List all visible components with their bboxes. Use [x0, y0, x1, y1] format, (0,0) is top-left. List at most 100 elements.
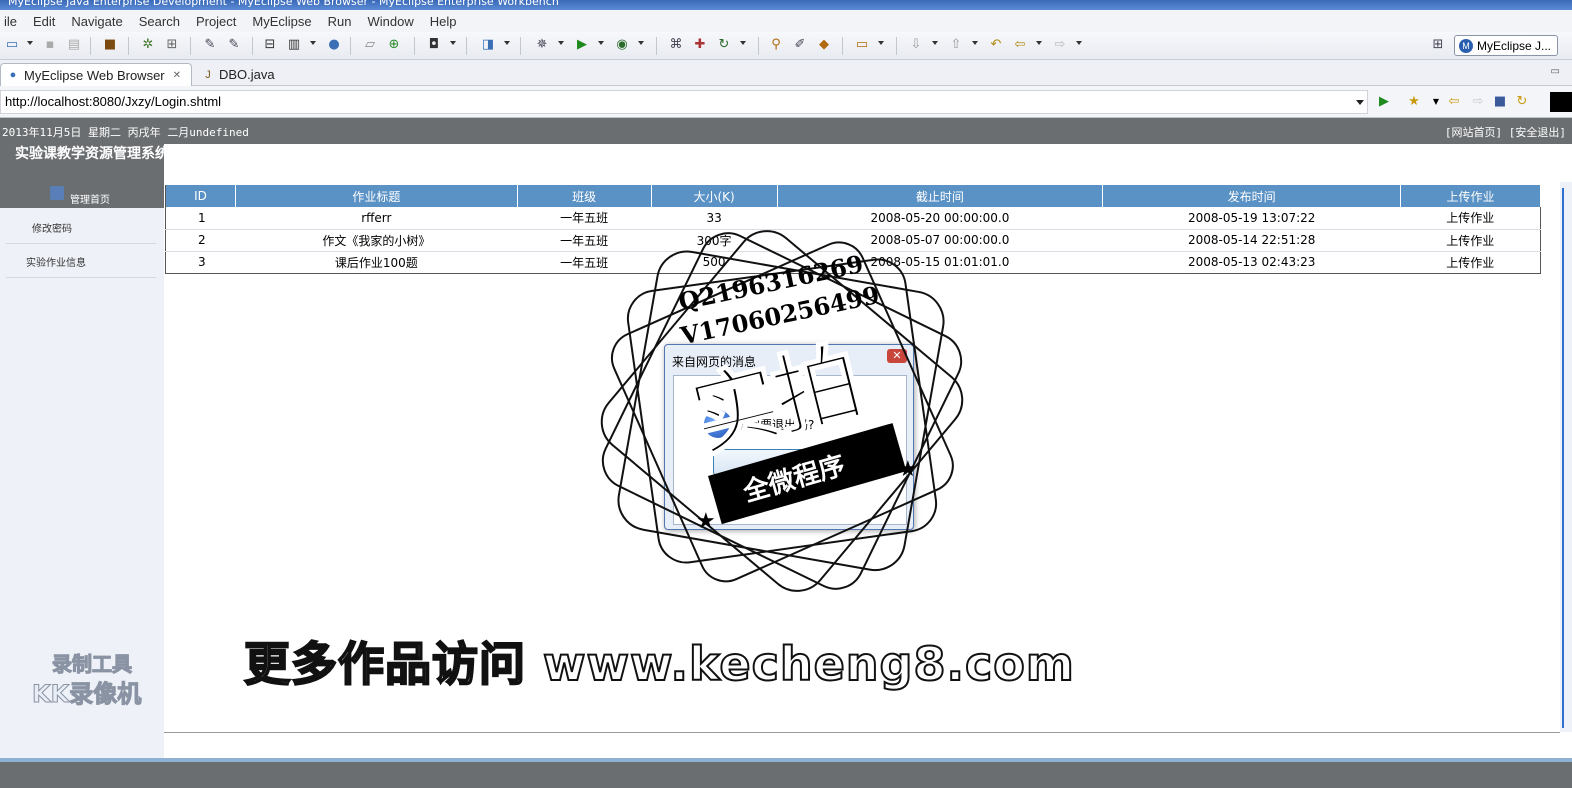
- debug-icon[interactable]: ✵: [534, 37, 550, 53]
- url-dropdown-icon[interactable]: [1356, 100, 1364, 105]
- favorites-dropdown-icon[interactable]: ▼: [1428, 94, 1444, 110]
- col-class: 班级: [517, 185, 652, 207]
- menu-search[interactable]: Search: [131, 14, 188, 29]
- watermark-recorder-line1: 录制工具: [52, 652, 133, 677]
- forward-icon[interactable]: ⇨: [1052, 37, 1068, 53]
- prev-annotation-icon[interactable]: ⇧: [948, 37, 964, 53]
- report-dropdown-icon[interactable]: [310, 41, 316, 45]
- pen-icon[interactable]: ✐: [792, 37, 808, 53]
- bug-icon[interactable]: ✲: [140, 37, 156, 53]
- refresh-icon[interactable]: ↻: [1514, 94, 1530, 110]
- menu-window[interactable]: Window: [360, 14, 422, 29]
- toolbar-separator: [656, 37, 657, 55]
- menu-file[interactable]: ile: [0, 14, 25, 29]
- browser-address-bar: http://localhost:8080/Jxzy/Login.shtml ▶…: [0, 86, 1572, 118]
- external-tools-dropdown-icon[interactable]: [638, 41, 644, 45]
- cell-published: 2008-05-19 13:07:22: [1102, 207, 1401, 230]
- folder-icon[interactable]: ▭: [854, 37, 870, 53]
- computer-icon: [50, 186, 64, 200]
- debug-dropdown-icon[interactable]: [558, 41, 564, 45]
- manager-home-bar[interactable]: 管理首页: [0, 186, 164, 208]
- new-dropdown-icon[interactable]: [27, 41, 33, 45]
- stop-icon[interactable]: ■: [1492, 94, 1508, 110]
- nav-change-password[interactable]: 修改密码: [6, 210, 156, 244]
- browser-panel-edge: [1550, 92, 1572, 112]
- window-title: MyEclipse Java Enterprise Development - …: [8, 0, 559, 8]
- db-icon[interactable]: ⊟: [262, 37, 278, 53]
- upload-link[interactable]: 上传作业: [1400, 251, 1541, 274]
- col-title: 作业标题: [235, 185, 518, 207]
- external-tools-icon[interactable]: ◉: [614, 37, 630, 53]
- top-links[interactable]: [网站首页] [安全退出]: [1445, 124, 1566, 140]
- tab-web-browser[interactable]: ● MyEclipse Web Browser ✕: [0, 63, 192, 86]
- task-icon[interactable]: ✚: [692, 37, 708, 53]
- camera-dropdown-icon[interactable]: [450, 41, 456, 45]
- report-icon[interactable]: ▥: [286, 37, 302, 53]
- globe-icon[interactable]: ●: [326, 37, 342, 53]
- toolbar-separator: [414, 37, 415, 55]
- folder-dropdown-icon[interactable]: [878, 41, 884, 45]
- tab-dbo-java[interactable]: J DBO.java: [196, 63, 296, 86]
- upload-link[interactable]: 上传作业: [1400, 229, 1541, 252]
- toolbar-separator: [520, 37, 521, 55]
- camera-icon[interactable]: ◘: [426, 37, 442, 53]
- cell-id: 1: [165, 207, 236, 230]
- print-icon[interactable]: ▤: [66, 37, 82, 53]
- run-icon[interactable]: ▶: [574, 37, 590, 53]
- watermark-recorder-line2: KK录像机: [31, 680, 142, 709]
- watermark-stamp: ★ ★ Q2196316269 V17060256499 实拍 全微程序: [596, 224, 968, 598]
- star-icon: ★: [696, 509, 716, 534]
- add-icon[interactable]: ⊕: [386, 37, 402, 53]
- back-icon[interactable]: ⇦: [1446, 94, 1462, 110]
- forward-dropdown-icon[interactable]: [1076, 41, 1082, 45]
- open-folder-icon[interactable]: ▱: [362, 37, 378, 53]
- watermark-site: 更多作品访问 www.kecheng8.com: [243, 636, 1075, 692]
- forward-icon[interactable]: ⇨: [1470, 94, 1486, 110]
- refresh-dropdown-icon[interactable]: [740, 41, 746, 45]
- new-icon[interactable]: ▭: [4, 37, 20, 53]
- scrollbar[interactable]: [1562, 188, 1570, 728]
- browser-globe-icon: ●: [9, 69, 17, 81]
- url-input[interactable]: http://localhost:8080/Jxzy/Login.shtml: [0, 90, 1368, 114]
- favorites-icon[interactable]: ★: [1406, 94, 1422, 110]
- new-wizard-dropdown-icon[interactable]: [504, 41, 510, 45]
- back-dropdown-icon[interactable]: [1036, 41, 1042, 45]
- col-upload: 上传作业: [1400, 185, 1541, 207]
- marker-icon[interactable]: ◆: [816, 37, 832, 53]
- java-file-icon: J: [205, 68, 211, 81]
- tab-label: MyEclipse Web Browser: [24, 67, 165, 83]
- go-icon[interactable]: ▶: [1376, 94, 1392, 110]
- undeploy-icon[interactable]: ✎: [226, 37, 242, 53]
- upload-link[interactable]: 上传作业: [1400, 207, 1541, 230]
- back-icon[interactable]: ⇦: [1012, 37, 1028, 53]
- perspective-label: MyEclipse J...: [1477, 38, 1552, 53]
- perspective-button[interactable]: M MyEclipse J...: [1454, 35, 1558, 56]
- save-icon[interactable]: ▪: [42, 37, 58, 53]
- server-icon[interactable]: ⊞: [164, 37, 180, 53]
- close-icon[interactable]: ✕: [173, 70, 181, 81]
- next-annotation-dropdown-icon[interactable]: [932, 41, 938, 45]
- refresh-icon[interactable]: ↻: [716, 37, 732, 53]
- open-type-icon[interactable]: ⌘: [668, 37, 684, 53]
- prev-annotation-dropdown-icon[interactable]: [972, 41, 978, 45]
- minimize-icon[interactable]: ▭: [1551, 66, 1560, 77]
- last-edit-icon[interactable]: ↶: [988, 37, 1004, 53]
- package-icon[interactable]: ■: [102, 37, 118, 53]
- menu-run[interactable]: Run: [320, 14, 360, 29]
- menu-edit[interactable]: Edit: [25, 14, 63, 29]
- search-icon[interactable]: ⚲: [768, 37, 784, 53]
- next-annotation-icon[interactable]: ⇩: [908, 37, 924, 53]
- nav-assignment-info[interactable]: 实验作业信息: [6, 244, 156, 278]
- run-dropdown-icon[interactable]: [598, 41, 604, 45]
- cell-id: 3: [165, 251, 236, 274]
- menu-project[interactable]: Project: [188, 14, 244, 29]
- menu-navigate[interactable]: Navigate: [63, 14, 130, 29]
- menu-help[interactable]: Help: [422, 14, 465, 29]
- tab-label: DBO.java: [219, 67, 275, 82]
- menu-myeclipse[interactable]: MyEclipse: [244, 14, 319, 29]
- new-wizard-icon[interactable]: ◨: [480, 37, 496, 53]
- open-perspective-icon[interactable]: ⊞: [1430, 37, 1446, 53]
- toolbar-separator: [842, 37, 843, 55]
- col-published: 发布时间: [1102, 185, 1402, 207]
- deploy-icon[interactable]: ✎: [202, 37, 218, 53]
